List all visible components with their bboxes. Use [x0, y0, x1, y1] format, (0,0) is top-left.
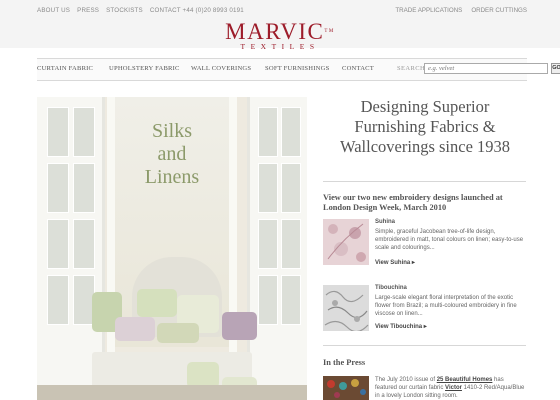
stockists-link[interactable]: STOCKISTS [106, 7, 143, 14]
view-suhina-link[interactable]: View Suhina ▸ [375, 259, 415, 266]
triangle-right-icon: ▸ [423, 324, 427, 330]
press-thumbnail[interactable] [323, 376, 369, 400]
contact-phone-link[interactable]: CONTACT +44 (0)20 8993 0191 [150, 7, 244, 14]
page-headline: Designing Superior Furnishing Fabrics & … [339, 97, 511, 156]
press-text: The July 2010 issue of 25 Beautiful Home… [375, 377, 525, 399]
nav-soft-furnishings[interactable]: SOFT FURNISHINGS [265, 65, 329, 72]
logo-wordmark: MARVICTM [225, 19, 335, 44]
floor [37, 385, 307, 400]
about-us-link[interactable]: ABOUT US [37, 7, 70, 14]
nav-contact[interactable]: CONTACT [342, 65, 374, 72]
suhina-title[interactable]: Suhina [375, 219, 395, 225]
cushion [137, 289, 177, 317]
press-link[interactable]: PRESS [77, 7, 99, 14]
suhina-description: Simple, graceful Jacobean tree-of-life d… [375, 229, 524, 251]
nav-upholstery-fabric[interactable]: UPHOLSTERY FABRIC [109, 65, 180, 72]
cushion [222, 312, 257, 340]
order-cuttings-link[interactable]: ORDER CUTTINGS [471, 7, 527, 14]
logo-trademark: TM [324, 29, 335, 34]
search-label: SEARCH [397, 65, 426, 72]
fabric-link[interactable]: Victor [445, 385, 462, 391]
top-links-left: ABOUT US PRESS STOCKISTS CONTACT +44 (0)… [37, 7, 244, 14]
trade-applications-link[interactable]: TRADE APPLICATIONS [395, 7, 462, 14]
triangle-right-icon: ▸ [411, 260, 415, 266]
magazine-link[interactable]: 25 Beautiful Homes [437, 377, 493, 383]
cushion [115, 317, 155, 341]
embroidery-section-title[interactable]: View our two new embroidery designs laun… [323, 193, 528, 213]
suhina-thumbnail[interactable] [323, 219, 369, 265]
nav-wall-coverings[interactable]: WALL COVERINGS [191, 65, 251, 72]
logo[interactable]: MARVICTM TEXTILES [0, 19, 560, 51]
logo-subtitle: TEXTILES [240, 42, 320, 51]
divider [323, 181, 526, 182]
tibouchina-thumbnail[interactable] [323, 285, 369, 331]
hero-title: Silks and Linens [144, 120, 200, 188]
main-nav: CURTAIN FABRIC UPHOLSTERY FABRIC WALL CO… [37, 58, 560, 81]
top-links-right: TRADE APPLICATIONS ORDER CUTTINGS [395, 7, 527, 14]
tibouchina-title[interactable]: Tibouchina [375, 285, 407, 291]
divider [323, 345, 526, 346]
view-tibouchina-link[interactable]: View Tibouchina ▸ [375, 323, 427, 330]
search-go-button[interactable]: GO [551, 63, 560, 74]
tibouchina-description: Large-scale elegant floral interpretatio… [375, 295, 517, 317]
hero-image[interactable]: Silks and Linens [37, 97, 307, 400]
search-input[interactable] [424, 63, 548, 74]
press-section-title[interactable]: In the Press [323, 358, 528, 368]
cushion [157, 323, 199, 343]
nav-curtain-fabric[interactable]: CURTAIN FABRIC [37, 65, 93, 72]
top-bar: ABOUT US PRESS STOCKISTS CONTACT +44 (0)… [0, 0, 560, 51]
